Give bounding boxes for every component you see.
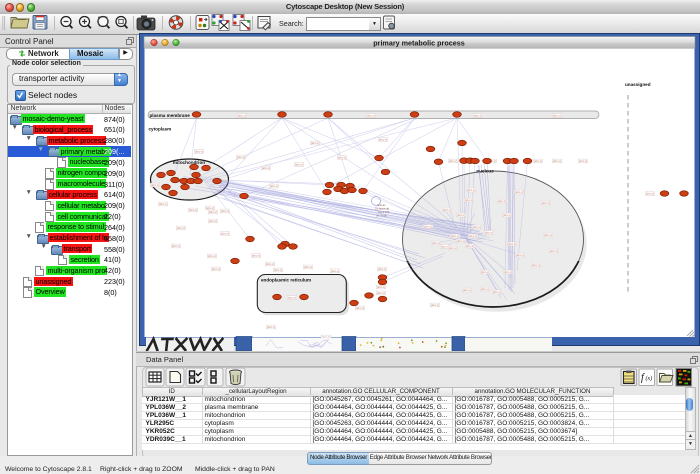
svg-text:[abc-x]: [abc-x] (466, 244, 474, 248)
svg-text:[abc-x]: [abc-x] (172, 244, 180, 248)
svg-text:[abc-x]: [abc-x] (474, 114, 482, 118)
svg-text:[abc-x]: [abc-x] (534, 159, 542, 163)
svg-text:[abc-x]: [abc-x] (151, 183, 159, 187)
svg-text:[abc-x]: [abc-x] (481, 270, 489, 274)
svg-text:[abc-x]: [abc-x] (457, 213, 465, 217)
svg-text:[abc-x]: [abc-x] (209, 210, 217, 214)
svg-text:[abc-x]: [abc-x] (379, 138, 387, 142)
svg-text:[abc-x]: [abc-x] (467, 188, 475, 192)
svg-text:[abc-x]: [abc-x] (508, 242, 516, 246)
svg-text:[abc-x]: [abc-x] (503, 213, 511, 217)
svg-text:[abc-x]: [abc-x] (288, 296, 296, 300)
svg-text:[abc-x]: [abc-x] (481, 287, 489, 291)
svg-text:[abc-x]: [abc-x] (338, 156, 346, 160)
svg-text:[abc-x]: [abc-x] (311, 141, 319, 145)
svg-text:[abc-x]: [abc-x] (367, 114, 375, 118)
svg-text:[abc-x]: [abc-x] (262, 166, 270, 170)
svg-text:[abc-x]: [abc-x] (195, 150, 203, 154)
svg-text:[abc-x]: [abc-x] (431, 303, 439, 307)
svg-text:[abc-x]: [abc-x] (208, 254, 216, 258)
svg-text:[abc-x]: [abc-x] (485, 231, 493, 235)
svg-text:[abc-x]: [abc-x] (177, 226, 185, 230)
svg-text:[abc-x]: [abc-x] (473, 225, 481, 229)
svg-text:endoplasmic reticulum: endoplasmic reticulum (261, 278, 311, 283)
svg-text:[abc-x]: [abc-x] (449, 159, 457, 163)
svg-text:[abc-x]: [abc-x] (443, 208, 451, 212)
svg-text:[abc-x]: [abc-x] (274, 268, 282, 272)
svg-text:[abc-x]: [abc-x] (550, 249, 558, 253)
svg-text:[abc-x]: [abc-x] (504, 270, 512, 274)
svg-text:[abc-x]: [abc-x] (252, 254, 260, 258)
svg-text:[abc-x]: [abc-x] (515, 190, 523, 194)
svg-text:(x): (x) (646, 375, 653, 382)
svg-text:mitochondrion: mitochondrion (173, 160, 205, 165)
svg-text:[abc-x]: [abc-x] (378, 267, 386, 271)
svg-text:[abc-x]: [abc-x] (463, 288, 471, 292)
svg-text:[abc-x]: [abc-x] (377, 285, 385, 289)
svg-text:[abc-x]: [abc-x] (189, 208, 197, 212)
svg-text:[abc-x]: [abc-x] (206, 206, 214, 210)
svg-text:[abc-x]: [abc-x] (532, 263, 540, 267)
svg-text:[abc-x]: [abc-x] (424, 225, 432, 229)
svg-text:[abc-x]: [abc-x] (356, 306, 364, 310)
svg-text:[abc-x]: [abc-x] (465, 198, 473, 202)
svg-text:[abc-x]: [abc-x] (159, 202, 167, 206)
svg-text:[abc-x]: [abc-x] (221, 232, 229, 236)
svg-text:plasma membrane: plasma membrane (150, 113, 191, 118)
svg-text:[abc-x]: [abc-x] (304, 265, 312, 269)
svg-text:[abc-x]: [abc-x] (544, 233, 552, 237)
svg-text:[abc-x]: [abc-x] (542, 201, 550, 205)
svg-text:[abc-x]: [abc-x] (493, 290, 501, 294)
svg-text:primary metabolic process: primary metabolic process (373, 39, 464, 48)
svg-text:[abc-x]: [abc-x] (266, 262, 274, 266)
svg-text:[abc-x]: [abc-x] (238, 114, 246, 118)
svg-text:mito-ac: mito-ac (377, 203, 386, 207)
svg-text:[abc-x]: [abc-x] (449, 246, 457, 250)
svg-text:[abc-x]: [abc-x] (432, 241, 440, 245)
svg-text:[abc-x]: [abc-x] (553, 159, 561, 163)
svg-text:[abc-x]: [abc-x] (516, 253, 524, 257)
svg-text:[abc-x]: [abc-x] (270, 184, 278, 188)
svg-text:[abc-x]: [abc-x] (553, 114, 561, 118)
svg-text:[abc-x]: [abc-x] (212, 267, 220, 271)
svg-text:[abc-x]: [abc-x] (457, 239, 465, 243)
svg-text:[abc-x]: [abc-x] (451, 234, 459, 238)
svg-text:[abc-x]: [abc-x] (469, 234, 477, 238)
svg-text:[abc-x]: [abc-x] (579, 159, 587, 163)
svg-text:unassigned: unassigned (625, 82, 651, 87)
svg-text:[abc-x]: [abc-x] (209, 219, 217, 223)
svg-text:[abc-x]: [abc-x] (221, 209, 229, 213)
svg-text:[abc-x]: [abc-x] (331, 269, 339, 273)
svg-text:[abc-x]: [abc-x] (237, 155, 245, 159)
svg-text:[abc-x]: [abc-x] (267, 325, 275, 329)
svg-text:[abc-x]: [abc-x] (295, 163, 303, 167)
svg-text:cytoplasm: cytoplasm (149, 127, 172, 132)
svg-text:[abc-x]: [abc-x] (377, 291, 385, 295)
svg-text:[abc-x]: [abc-x] (646, 192, 654, 196)
svg-text:[abc-x]: [abc-x] (498, 199, 506, 203)
